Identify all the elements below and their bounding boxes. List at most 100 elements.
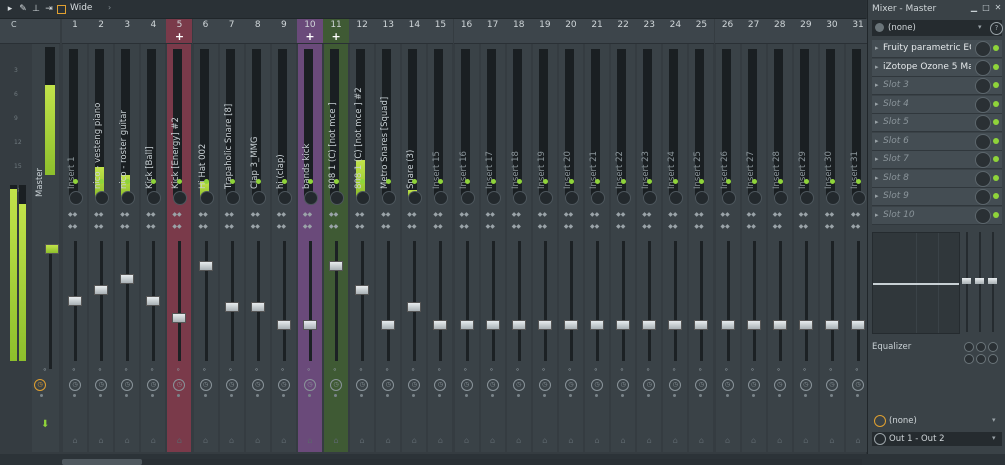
lock-icon[interactable]: ⚬ <box>410 367 417 374</box>
slot-menu-arrow-icon[interactable]: ▸ <box>875 44 879 52</box>
routing-icon[interactable]: ◷ <box>825 379 838 391</box>
eq-band-slider[interactable] <box>975 232 984 332</box>
strip-header[interactable]: 20 <box>557 19 584 44</box>
mixer-strip-16[interactable]: 16 Insert 16 ◆◆ ◆◆ ⚬ ◷ ⌂ <box>453 19 480 452</box>
send-arrow-icon[interactable]: ⌂ <box>146 436 160 448</box>
current-strip[interactable]: C 3 6 9 12 15 18 <box>0 19 31 452</box>
eq-knob[interactable] <box>988 354 998 364</box>
fader-track[interactable] <box>517 241 521 361</box>
lock-icon[interactable]: ⚬ <box>306 367 313 374</box>
lock-icon[interactable]: ⚬ <box>42 367 49 374</box>
send-arrow-icon[interactable]: ⌂ <box>120 436 134 448</box>
send-arrow-icon[interactable]: ⌂ <box>694 436 708 448</box>
mixer-strip-4[interactable]: 4 Kick [Ball] ◆◆ ◆◆ ⚬ ◷ ⌂ <box>140 19 167 452</box>
slot-mix-knob[interactable] <box>975 78 991 94</box>
volume-fader[interactable] <box>329 260 343 271</box>
swap-channels-icon[interactable]: ◆◆ <box>251 224 266 230</box>
lock-icon[interactable]: ⚬ <box>645 367 652 374</box>
lock-icon[interactable]: ⚬ <box>515 367 522 374</box>
scrollbar-thumb[interactable] <box>62 459 142 465</box>
strip-name[interactable]: 808 1 (C) [not mce ] <box>328 59 340 189</box>
volume-fader[interactable] <box>694 320 709 331</box>
eq-knob[interactable] <box>964 354 974 364</box>
volume-fader[interactable] <box>120 274 135 284</box>
strip-name[interactable]: nico - roster guitar <box>119 59 131 189</box>
send-arrow-icon[interactable]: ⌂ <box>433 436 447 448</box>
volume-fader[interactable] <box>720 320 735 331</box>
strip-header[interactable]: 11 + <box>323 19 350 44</box>
swap-channels-icon[interactable]: ◆◆ <box>146 224 161 230</box>
enable-led[interactable] <box>307 179 313 184</box>
mixer-strip-22[interactable]: 22 Insert 22 ◆◆ ◆◆ ⚬ ◷ ⌂ <box>610 19 637 452</box>
fader-track[interactable] <box>700 241 704 361</box>
slot-menu-arrow-icon[interactable]: ▸ <box>875 118 879 126</box>
swap-channels-icon[interactable]: ◆◆ <box>512 224 527 230</box>
routing-icon[interactable]: ◷ <box>564 379 577 391</box>
swap-channels-icon[interactable]: ◆◆ <box>799 224 814 230</box>
mixer-strip-1[interactable]: 1 Insert 1 ◆◆ ◆◆ ⚬ ◷ ⌂ <box>62 19 89 452</box>
stereo-separation-icon[interactable]: ◆◆ <box>68 212 83 218</box>
strip-name[interactable]: Kick [Energy] #2 <box>171 59 183 189</box>
stereo-separation-icon[interactable]: ◆◆ <box>172 212 187 218</box>
pan-knob[interactable] <box>799 191 814 205</box>
enable-led[interactable] <box>595 179 600 184</box>
lock-icon[interactable]: ⚬ <box>228 367 235 374</box>
lock-icon[interactable]: ⚬ <box>436 367 443 374</box>
strip-name[interactable]: Insert 19 <box>537 59 549 189</box>
send-icon[interactable]: ⇥ <box>44 4 54 14</box>
lock-icon[interactable]: ⚬ <box>175 367 182 374</box>
strip-header[interactable]: 2 <box>88 19 115 44</box>
swap-channels-icon[interactable]: ◆◆ <box>721 224 736 230</box>
effect-slot-5[interactable]: ▸ Slot 5 <box>872 114 1002 132</box>
routing-icon[interactable]: ◷ <box>799 379 812 391</box>
volume-fader[interactable] <box>224 301 239 312</box>
layout-icon[interactable] <box>57 5 66 14</box>
stereo-separation-icon[interactable]: ◆◆ <box>303 212 318 218</box>
stereo-separation-icon[interactable]: ◆◆ <box>799 212 814 218</box>
effect-slot-3[interactable]: ▸ Slot 3 <box>872 77 1002 95</box>
strip-header[interactable]: 18 <box>505 19 532 44</box>
slot-menu-arrow-icon[interactable]: ▸ <box>875 155 879 163</box>
pin-icon[interactable]: ⊥ <box>31 4 41 14</box>
routing-icon[interactable]: ◷ <box>721 379 734 391</box>
fader-track[interactable] <box>648 241 652 361</box>
help-icon[interactable]: ? <box>990 22 1003 35</box>
swap-channels-icon[interactable]: ◆◆ <box>538 224 553 230</box>
volume-fader[interactable] <box>668 320 683 331</box>
strip-name[interactable]: Insert 16 <box>459 59 471 189</box>
routing-icon[interactable]: ◷ <box>199 379 212 391</box>
play-triangle-icon[interactable]: ▸ <box>5 4 15 14</box>
send-arrow-icon[interactable]: ⌂ <box>277 436 291 448</box>
volume-fader[interactable] <box>381 320 396 331</box>
strip-header[interactable]: 7 <box>218 19 245 44</box>
stereo-separation-icon[interactable]: ◆◆ <box>512 212 527 218</box>
strip-name[interactable]: Trapaholic Snare [8] <box>224 59 236 189</box>
swap-channels-icon[interactable]: ◆◆ <box>642 224 657 230</box>
routing-icon[interactable]: ◷ <box>591 379 603 391</box>
send-arrow-icon[interactable]: ⌂ <box>172 436 186 448</box>
stereo-separation-icon[interactable]: ◆◆ <box>590 212 605 218</box>
strip-header[interactable]: 24 <box>662 19 689 44</box>
send-arrow-icon[interactable]: ⌂ <box>538 436 552 448</box>
slot-enable-led[interactable] <box>993 137 999 144</box>
pan-knob[interactable] <box>303 191 318 205</box>
slot-enable-led[interactable] <box>993 45 999 51</box>
swap-channels-icon[interactable]: ◆◆ <box>120 224 135 230</box>
strip-header[interactable]: 8 <box>244 19 271 44</box>
strip-name[interactable]: Clap 3_MMG <box>250 59 262 189</box>
slot-name[interactable]: Slot 8 <box>883 173 971 183</box>
strip-header[interactable]: 17 <box>479 19 506 44</box>
swap-channels-icon[interactable]: ◆◆ <box>433 224 448 230</box>
slot-name[interactable]: iZotope Ozone 5 Maxim... <box>883 62 971 72</box>
eq-knob[interactable] <box>988 342 998 352</box>
stereo-separation-icon[interactable]: ◆◆ <box>616 212 631 218</box>
send-arrow-icon[interactable]: ⌂ <box>564 436 578 448</box>
fader-track[interactable] <box>752 241 756 361</box>
pan-knob[interactable] <box>225 191 240 205</box>
slot-menu-arrow-icon[interactable]: ▸ <box>875 100 879 108</box>
routing-icon[interactable]: ◷ <box>538 379 551 391</box>
strip-name[interactable]: Metro Snares [Squad] <box>380 59 392 189</box>
routing-icon[interactable]: ◷ <box>303 379 316 391</box>
lock-icon[interactable]: ⚬ <box>697 367 704 374</box>
volume-fader[interactable] <box>355 285 370 295</box>
